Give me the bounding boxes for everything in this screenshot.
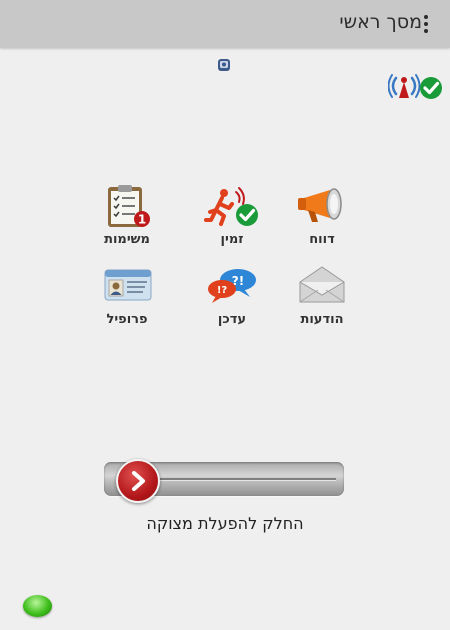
panic-slider[interactable] <box>104 459 344 503</box>
tile-report[interactable]: דווח <box>277 184 367 258</box>
tile-label: זמין <box>220 232 244 247</box>
page-title: מסך ראשי <box>339 11 422 33</box>
tile-label: דווח <box>309 232 335 247</box>
id-card-icon <box>104 269 152 301</box>
svg-text:!?: !? <box>217 285 228 296</box>
tile-messages[interactable]: הודעות <box>277 264 367 338</box>
speech-bubbles-icon: ?! !? <box>208 269 256 303</box>
tile-label: הודעות <box>300 312 344 327</box>
tile-profile[interactable]: פרופיל <box>82 264 172 338</box>
app-bar: מסך ראשי <box>0 0 450 48</box>
more-vert-icon[interactable] <box>412 10 440 38</box>
megaphone-icon <box>298 188 342 222</box>
device-shield-icon <box>218 59 230 71</box>
tile-label: פרופיל <box>106 312 148 327</box>
signal-check-icon <box>388 74 442 99</box>
tile-label: עדכן <box>217 312 247 327</box>
slider-track <box>150 478 336 481</box>
running-person-check-icon <box>204 187 258 226</box>
tasks-badge: 1 <box>138 213 146 227</box>
tile-tasks[interactable]: 1 משימות <box>82 184 172 258</box>
chevron-right-icon <box>132 471 145 491</box>
tile-update[interactable]: ?! !? עדכן <box>187 264 277 338</box>
green-led-icon <box>23 595 52 617</box>
slider-knob[interactable] <box>116 459 160 503</box>
tile-available[interactable]: זמין <box>187 184 277 258</box>
envelope-icon <box>299 266 345 303</box>
panic-slider-label: החלק להפעלת מצוקה <box>146 514 304 533</box>
clipboard-checklist-icon: 1 <box>108 185 150 227</box>
tile-label: משימות <box>104 232 150 247</box>
